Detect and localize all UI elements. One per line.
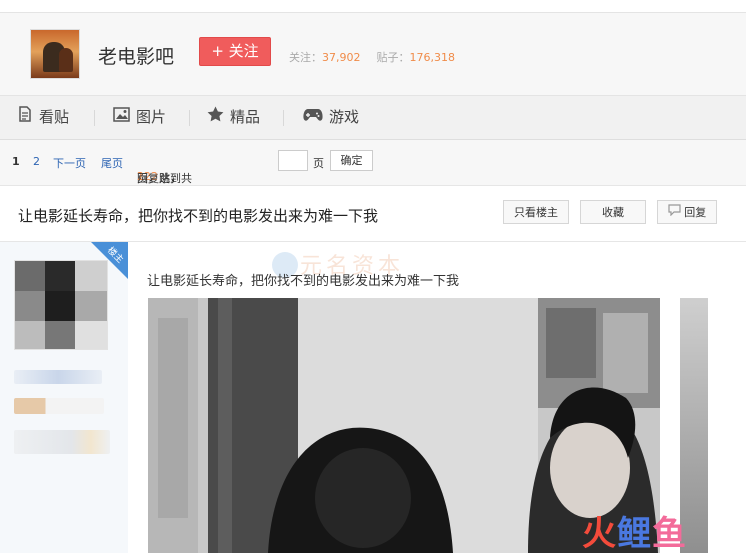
forum-avatar[interactable]	[30, 29, 80, 79]
follow-caption: 关注：	[289, 51, 322, 64]
top-strip	[0, 0, 746, 13]
pages-caption: 页，跳到	[137, 172, 181, 185]
forum-nav: 看贴 图片 精品 游戏	[0, 96, 746, 140]
tab-images-label: 图片	[136, 108, 167, 126]
corner-watermark-logo: 火鲤鱼	[582, 506, 687, 555]
favorite-button[interactable]: 收藏	[580, 200, 646, 224]
jump-page-input[interactable]	[278, 150, 308, 171]
only-op-button[interactable]: 只看楼主	[503, 200, 569, 224]
reply-button[interactable]: 回复	[657, 200, 717, 224]
document-icon	[17, 96, 33, 139]
posts-count: 176,318	[409, 51, 456, 64]
confirm-button[interactable]: 确定	[330, 150, 373, 171]
tab-images[interactable]: 图片	[113, 96, 166, 139]
author-name-blurred[interactable]	[14, 370, 102, 384]
gamepad-icon	[303, 96, 323, 139]
author-badges-blurred	[14, 430, 110, 454]
page-2-link[interactable]: 2	[33, 155, 40, 168]
tab-posts-label: 看贴	[39, 108, 70, 126]
tab-games-label: 游戏	[329, 108, 360, 126]
logo-char-2: 鲤	[617, 514, 652, 554]
page-1: 1	[12, 155, 20, 168]
next-page-link[interactable]: 下一页	[53, 155, 86, 171]
star-icon	[207, 96, 224, 139]
tab-games[interactable]: 游戏	[303, 96, 359, 139]
tab-featured[interactable]: 精品	[207, 96, 260, 139]
logo-char-1: 火	[582, 514, 617, 554]
forum-header: 老电影吧 + 关注 关注：37,902 贴子：176,318	[0, 13, 746, 96]
post-text: 让电影延长寿命，把你找不到的电影发出来为难一下我	[147, 274, 460, 289]
image-icon	[113, 96, 130, 139]
logo-char-3: 鱼	[652, 514, 687, 554]
thread-title-bar: 让电影延长寿命，把你找不到的电影发出来为难一下我 只看楼主 收藏 回复	[0, 186, 746, 242]
follow-count: 37,902	[322, 51, 361, 64]
last-page-link[interactable]: 尾页	[101, 155, 123, 171]
comment-icon	[668, 201, 681, 225]
page-unit: 页	[313, 157, 324, 170]
forum-name[interactable]: 老电影吧	[98, 42, 174, 69]
posts-caption: 贴子：	[376, 51, 410, 64]
op-badge: 楼主	[91, 242, 129, 280]
author-level-blurred	[14, 398, 104, 414]
thread-title: 让电影延长寿命，把你找不到的电影发出来为难一下我	[18, 207, 379, 225]
reply-button-label: 回复	[684, 206, 707, 219]
tab-posts[interactable]: 看贴	[17, 96, 69, 139]
pager: 1 2 下一页 尾页 122 回复贴，共 2 页，跳到 页	[0, 140, 746, 186]
follow-button[interactable]: + 关注	[199, 37, 271, 66]
forum-stats: 关注：37,902 贴子：176,318	[289, 49, 455, 65]
tab-featured-label: 精品	[230, 108, 261, 126]
